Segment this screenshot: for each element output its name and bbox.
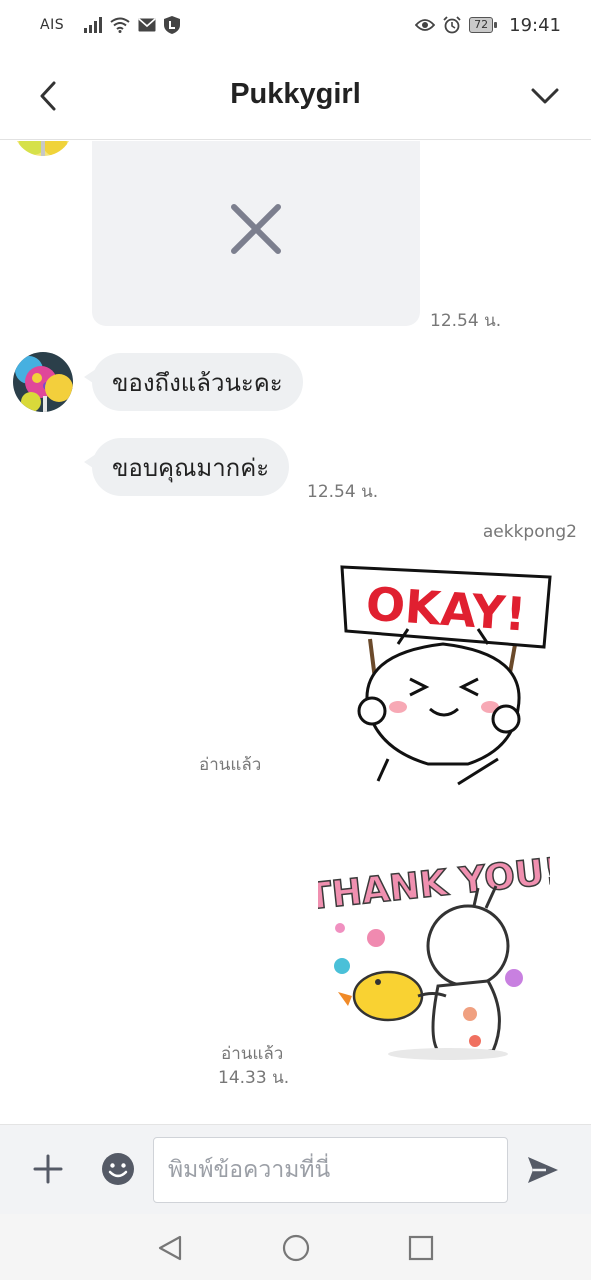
mail-icon [138, 18, 156, 32]
chevron-left-icon [40, 81, 56, 111]
message-input-bar [0, 1124, 591, 1214]
emoji-icon [102, 1153, 134, 1185]
avatar[interactable] [13, 141, 73, 156]
message-time: 12.54 น. [307, 482, 379, 502]
plus-icon [33, 1154, 63, 1184]
circle-home-icon [282, 1234, 310, 1262]
status-bar: AIS 72 19:41 [0, 0, 591, 50]
nav-back-button[interactable] [154, 1232, 186, 1264]
read-status: อ่านแล้ว [221, 1044, 284, 1064]
close-icon [231, 203, 281, 254]
chat-title: Pukkygirl [230, 78, 361, 110]
message-input[interactable] [153, 1137, 508, 1203]
thank-you-sticker[interactable]: THANK YOU! [305, 846, 563, 1074]
sender-name: aekkpong2 [482, 522, 577, 542]
message-bubble[interactable]: ขอบคุณมากค่ะ [83, 438, 290, 496]
battery-icon: 72 [469, 17, 498, 33]
chat-menu-button[interactable] [523, 76, 567, 116]
send-icon [528, 1157, 558, 1183]
nav-home-button[interactable] [280, 1232, 312, 1264]
triangle-back-icon [158, 1235, 182, 1261]
clock-time: 19:41 [509, 14, 561, 36]
send-button[interactable] [524, 1151, 562, 1189]
signal-icon [84, 17, 103, 33]
emoji-button[interactable] [100, 1151, 136, 1187]
avatar[interactable] [13, 352, 73, 412]
wifi-icon [110, 17, 130, 33]
image-message-failed[interactable] [92, 141, 420, 326]
eye-icon [415, 18, 436, 32]
status-left: AIS [40, 16, 181, 34]
alarm-icon [443, 16, 461, 34]
status-right: 72 19:41 [415, 15, 561, 36]
chevron-down-icon [531, 88, 559, 104]
okay-sticker[interactable]: OKAY! [338, 559, 556, 787]
chat-messages[interactable]: 12.54 น. ของถึงแล้วนะคะ ขอบคุณมากค่ะ 12.… [0, 141, 591, 1124]
square-recents-icon [408, 1235, 434, 1261]
nav-recents-button[interactable] [405, 1232, 437, 1264]
chat-header: Pukkygirl [0, 50, 591, 140]
carrier-label: AIS [40, 17, 65, 33]
system-nav-bar [0, 1214, 591, 1280]
sticker-text: THANK YOU! [318, 851, 550, 918]
message-bubble[interactable]: ของถึงแล้วนะคะ [84, 353, 303, 411]
message-time: 12.54 น. [430, 311, 502, 331]
sticker-text: OKAY! [364, 576, 528, 641]
read-status: อ่านแล้ว [199, 755, 262, 775]
message-time: 14.33 น. [218, 1068, 290, 1088]
line-shield-icon [164, 16, 181, 34]
back-button[interactable] [28, 76, 68, 116]
attach-button[interactable] [28, 1149, 68, 1189]
